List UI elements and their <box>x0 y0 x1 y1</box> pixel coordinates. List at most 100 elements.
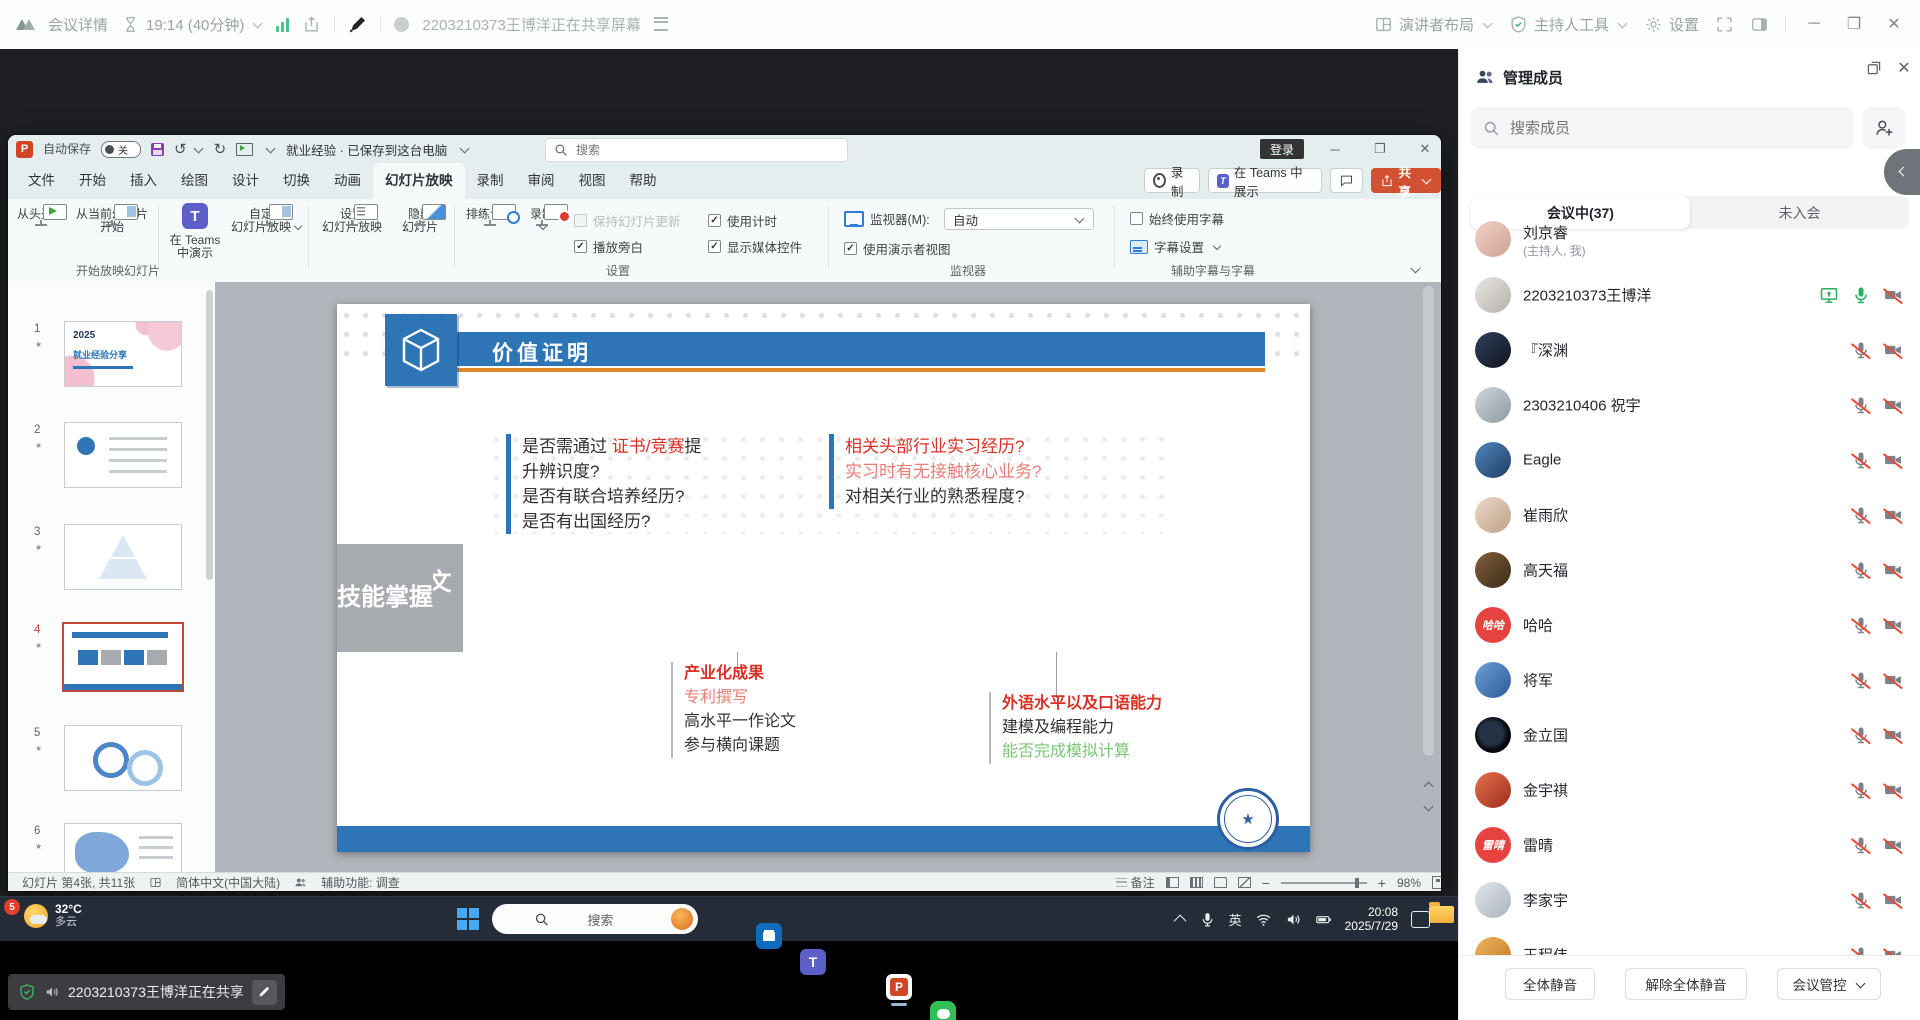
undo-button[interactable]: ↺ <box>174 142 187 157</box>
panel-close-button[interactable]: ✕ <box>1893 57 1915 79</box>
member-row[interactable]: 刘京睿 (主持人, 我) <box>1459 211 1920 267</box>
fullscreen-icon[interactable] <box>1715 15 1734 34</box>
monitor-dropdown[interactable]: 自动 <box>944 208 1094 230</box>
side-panel-toggle-icon[interactable] <box>1750 15 1769 34</box>
member-row[interactable]: 将军 <box>1459 652 1920 707</box>
slide-thumbnail-6[interactable] <box>64 823 182 872</box>
mute-all-button[interactable]: 全体静音 <box>1505 968 1595 1000</box>
slide-thumbnail-2[interactable] <box>64 422 182 488</box>
member-list[interactable]: 刘京睿 (主持人, 我) 2203210373王博洋 『深渊 23032104 <box>1459 211 1920 955</box>
meeting-controls-button[interactable]: 会议管控 <box>1777 968 1881 1000</box>
member-row[interactable]: 『深渊 <box>1459 322 1920 377</box>
login-button[interactable]: 登录 <box>1260 139 1304 159</box>
member-row[interactable]: 2303210406 祝宇 <box>1459 377 1920 432</box>
host-tools-button[interactable]: 主持人工具 <box>1509 14 1628 35</box>
language-status[interactable]: 简体中文(中国大陆) <box>176 874 280 891</box>
notes-button[interactable]: 备注 <box>1116 874 1155 891</box>
document-title[interactable]: 就业经验 · 已保存到这台电脑 <box>286 140 447 159</box>
from-current-slide-button[interactable]: 从当前幻灯片开始 <box>70 203 154 234</box>
camera-off-icon[interactable] <box>1883 835 1903 855</box>
meeting-details-button[interactable]: 会议详情 <box>48 14 108 35</box>
powerpoint-taskbar-icon-active[interactable] <box>886 974 912 1000</box>
custom-slideshow-button[interactable]: 自定义幻灯片放映 <box>230 203 304 234</box>
mic-muted-icon[interactable] <box>1851 945 1871 956</box>
camera-off-icon[interactable] <box>1883 340 1903 360</box>
tab-insert[interactable]: 插入 <box>118 163 169 199</box>
member-row[interactable]: 李家宇 <box>1459 872 1920 927</box>
close-button[interactable]: ✕ <box>1882 12 1906 36</box>
camera-off-icon[interactable] <box>1883 615 1903 635</box>
mic-muted-icon[interactable] <box>1851 505 1871 525</box>
tab-record[interactable]: 录制 <box>465 163 516 199</box>
zoom-in-button[interactable]: + <box>1378 875 1386 891</box>
fit-slide-to-window-icon[interactable] <box>1432 876 1441 889</box>
member-row[interactable]: 王程伟 <box>1459 927 1920 955</box>
zoom-slider[interactable] <box>1281 882 1367 884</box>
hide-slide-button[interactable]: 隐藏幻灯片 <box>392 203 448 234</box>
mic-muted-icon[interactable] <box>1851 450 1871 470</box>
mic-muted-icon[interactable] <box>1851 340 1871 360</box>
start-slideshow-quick-icon[interactable] <box>236 143 253 156</box>
annotate-pencil-button[interactable] <box>252 980 277 1005</box>
mic-muted-icon[interactable] <box>1851 890 1871 910</box>
show-media-controls-checkbox[interactable]: 显示媒体控件 <box>708 237 802 256</box>
tab-home[interactable]: 开始 <box>67 163 118 199</box>
normal-view-icon[interactable] <box>1166 877 1179 888</box>
collapse-ribbon-icon[interactable] <box>1411 264 1421 274</box>
tab-help[interactable]: 帮助 <box>618 163 669 199</box>
tab-review[interactable]: 审阅 <box>516 163 567 199</box>
open-external-icon[interactable] <box>302 15 321 34</box>
member-search-box[interactable] <box>1471 107 1853 149</box>
use-timings-checkbox[interactable]: 使用计时 <box>708 211 777 230</box>
zoom-out-button[interactable]: − <box>1262 875 1270 891</box>
from-beginning-button[interactable]: 从头开始 <box>14 203 68 221</box>
wifi-icon[interactable] <box>1255 911 1272 928</box>
camera-off-icon[interactable] <box>1883 285 1903 305</box>
slide-sorter-view-icon[interactable] <box>1190 877 1203 888</box>
minimize-button[interactable]: ─ <box>1802 12 1826 36</box>
member-row[interactable]: Eagle <box>1459 432 1920 487</box>
slide-thumbnail-3[interactable] <box>64 524 182 590</box>
setup-slideshow-button[interactable]: 设置幻灯片放映 <box>314 203 390 234</box>
member-row[interactable]: 崔雨欣 <box>1459 487 1920 542</box>
settings-button[interactable]: 设置 <box>1644 14 1699 35</box>
thumbnail-scrollbar[interactable] <box>206 290 213 580</box>
member-row[interactable]: 哈哈 哈哈 <box>1459 597 1920 652</box>
next-slide-button[interactable] <box>1420 798 1437 815</box>
caption-settings-button[interactable]: 字幕设置 <box>1130 237 1222 256</box>
mic-muted-icon[interactable] <box>1851 725 1871 745</box>
slide-thumbnail-1[interactable]: 2025 就业经验分享 <box>64 321 182 387</box>
ppt-restore-button[interactable]: ❐ <box>1360 135 1400 163</box>
ppt-close-button[interactable]: ✕ <box>1405 135 1441 163</box>
taskbar-clock[interactable]: 20:082025/7/29 <box>1345 905 1398 933</box>
mic-muted-icon[interactable] <box>1851 615 1871 635</box>
slideshow-view-icon[interactable] <box>1238 877 1251 888</box>
camera-off-icon[interactable] <box>1883 505 1903 525</box>
tab-design[interactable]: 设计 <box>220 163 271 199</box>
member-row[interactable]: 高天福 <box>1459 542 1920 597</box>
autosave-toggle[interactable]: 关 <box>101 141 141 158</box>
battery-icon[interactable] <box>1315 911 1332 928</box>
weather-widget[interactable]: 32°C多云 <box>24 903 82 928</box>
tray-mic-icon[interactable] <box>1199 911 1216 928</box>
slide-thumbnail-4-selected[interactable] <box>62 622 184 692</box>
mic-muted-icon[interactable] <box>1851 395 1871 415</box>
always-use-captions-checkbox[interactable]: 始终使用字幕 <box>1130 209 1224 228</box>
quick-access-more-icon[interactable] <box>266 143 276 153</box>
mic-muted-icon[interactable] <box>1851 670 1871 690</box>
camera-off-icon[interactable] <box>1883 725 1903 745</box>
taskbar-search[interactable]: 搜索 <box>492 904 698 934</box>
record-button[interactable]: 录制 <box>1144 168 1200 193</box>
notification-center-icon[interactable] <box>1411 911 1430 928</box>
unmute-all-button[interactable]: 解除全体静音 <box>1625 968 1747 1000</box>
redo-button[interactable]: ↻ <box>214 142 227 157</box>
camera-off-icon[interactable] <box>1883 560 1903 580</box>
tab-transitions[interactable]: 切换 <box>271 163 322 199</box>
camera-off-icon[interactable] <box>1883 780 1903 800</box>
keep-slides-updated-checkbox[interactable]: 保持幻灯片更新 <box>574 211 681 230</box>
play-narration-checkbox[interactable]: 播放旁白 <box>574 237 643 256</box>
tab-animations[interactable]: 动画 <box>322 163 373 199</box>
ppt-minimize-button[interactable]: ─ <box>1315 135 1355 163</box>
present-in-teams-ribbon-button[interactable]: 在 Teams中演示 <box>164 203 226 260</box>
meeting-timer[interactable]: 19:14 (40分钟) <box>121 14 263 35</box>
